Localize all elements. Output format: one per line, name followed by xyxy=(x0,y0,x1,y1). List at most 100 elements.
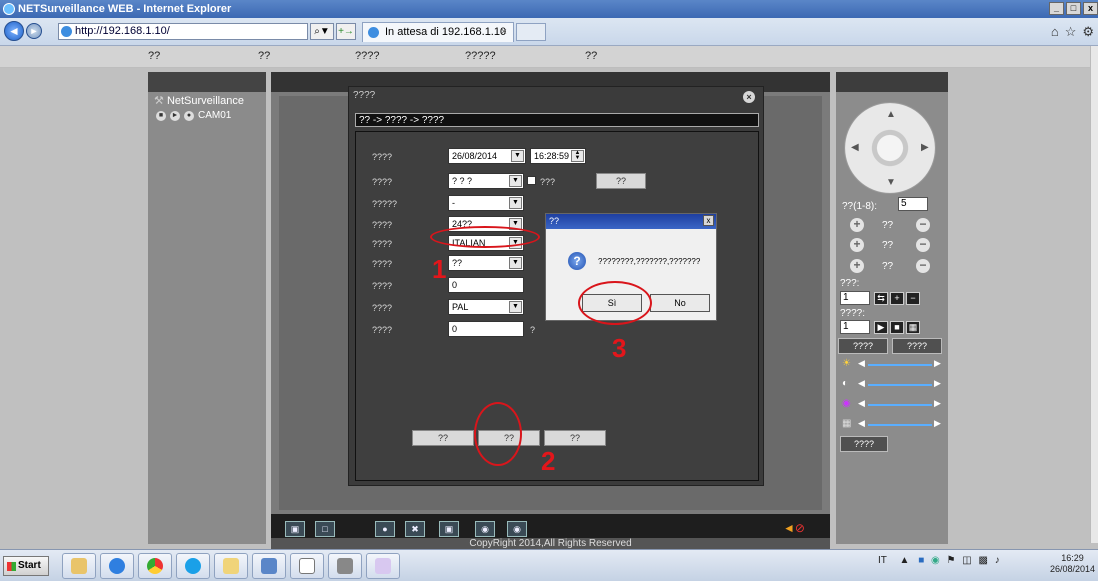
hue-slider[interactable] xyxy=(868,424,932,426)
dialog-button-1[interactable]: ?? xyxy=(412,430,474,446)
snapshot-icon[interactable]: ▣ xyxy=(439,521,459,537)
network-icon[interactable]: ■ xyxy=(918,555,924,566)
contrast-left-icon[interactable]: ◀ xyxy=(858,378,865,389)
brightness-right-icon[interactable]: ▶ xyxy=(934,358,941,369)
zoom-in-button[interactable]: + xyxy=(850,218,864,232)
select-field-6[interactable]: ?? ▼ xyxy=(448,255,524,271)
dropdown-icon-3[interactable]: ▼ xyxy=(509,197,522,209)
text-field-9[interactable]: 0 xyxy=(448,321,524,337)
tour-play-button[interactable]: ▶ xyxy=(874,321,888,334)
preset-add-button[interactable]: + xyxy=(890,292,904,305)
iris-close-button[interactable]: − xyxy=(916,259,930,273)
record-icon[interactable]: ● xyxy=(375,521,395,537)
menu-item-3[interactable]: ???? xyxy=(355,50,379,62)
tour-stop-button[interactable]: ■ xyxy=(890,321,904,334)
menu-item-5[interactable]: ?? xyxy=(585,50,597,62)
dialog-button-3[interactable]: ?? xyxy=(544,430,606,446)
maximize-button[interactable]: □ xyxy=(1066,2,1081,15)
minimize-button[interactable]: _ xyxy=(1049,2,1064,15)
popup-close-icon[interactable]: x xyxy=(703,215,714,226)
contrast-slider[interactable] xyxy=(868,384,932,386)
text-field-7[interactable]: 0 xyxy=(448,277,524,293)
saturation-slider[interactable] xyxy=(868,404,932,406)
window-icon[interactable]: □ xyxy=(315,521,335,537)
preset-input[interactable]: 1 xyxy=(840,291,870,305)
option-checkbox[interactable] xyxy=(527,176,536,185)
favorites-icon[interactable]: ☆ xyxy=(1065,24,1077,40)
hue-right-icon[interactable]: ▶ xyxy=(934,418,941,429)
talk-icon[interactable]: ◉ xyxy=(475,521,495,537)
talk-stop-icon[interactable]: ◉ xyxy=(507,521,527,537)
preset-remove-button[interactable]: − xyxy=(906,292,920,305)
date-dropdown-icon[interactable]: ▼ xyxy=(511,150,524,162)
close-window-button[interactable]: x xyxy=(1083,2,1098,15)
tab-image-2[interactable]: ???? xyxy=(892,338,942,354)
camera-label[interactable]: CAM01 xyxy=(198,110,231,121)
select-field-3[interactable]: - ▼ xyxy=(448,195,524,211)
search-dropdown-button[interactable]: ⌕▼ xyxy=(310,23,334,40)
volume-icon[interactable]: ♪ xyxy=(995,555,1000,566)
time-spinner-icon[interactable]: ▲ ▼ xyxy=(571,150,584,162)
hue-left-icon[interactable]: ◀ xyxy=(858,418,865,429)
row2-action-button[interactable]: ?? xyxy=(596,173,646,189)
forward-button[interactable]: ► xyxy=(26,23,42,39)
time-field[interactable]: 16:28:59 ▲ ▼ xyxy=(530,148,586,164)
video-standard-select[interactable]: PAL ▼ xyxy=(448,299,524,315)
device-icon[interactable]: ◫ xyxy=(962,555,971,566)
menu-item-4[interactable]: ????? xyxy=(465,50,496,62)
brightness-slider[interactable] xyxy=(868,364,932,366)
date-field[interactable]: 26/08/2014 ▼ xyxy=(448,148,526,164)
clock[interactable]: 16:29 26/08/2014 xyxy=(1050,553,1095,575)
sync-icon[interactable]: ◉ xyxy=(931,555,940,566)
browser-tab[interactable]: In attesa di 192.168.1.10 × xyxy=(362,22,514,42)
home-icon[interactable]: ⌂ xyxy=(1051,24,1059,40)
contrast-right-icon[interactable]: ▶ xyxy=(934,378,941,389)
back-button[interactable]: ◄ xyxy=(4,21,24,41)
url-field[interactable]: http://192.168.1.10/ xyxy=(58,23,308,40)
stream-dot-icon[interactable]: ● xyxy=(184,110,194,121)
dropdown-icon-6[interactable]: ▼ xyxy=(509,257,522,269)
tab-close-icon[interactable]: × xyxy=(501,23,507,42)
dropdown-icon-2[interactable]: ▼ xyxy=(509,175,522,187)
tour-input[interactable]: 1 xyxy=(840,320,870,334)
iris-open-button[interactable]: + xyxy=(850,259,864,273)
mute-icon[interactable]: ◄⊘ xyxy=(783,521,805,535)
tools-gear-icon[interactable]: ⚙ xyxy=(1082,24,1094,40)
tray-language[interactable]: IT xyxy=(878,555,887,566)
saturation-right-icon[interactable]: ▶ xyxy=(934,398,941,409)
tour-grid-button[interactable]: ▦ xyxy=(906,321,920,334)
ptz-left-icon[interactable]: ◀ xyxy=(851,142,859,153)
taskbar-ie[interactable] xyxy=(100,553,134,579)
speed-select[interactable]: 5 xyxy=(898,197,928,211)
taskbar-skype[interactable] xyxy=(176,553,210,579)
select-field-2[interactable]: ? ? ? ▼ xyxy=(448,173,524,189)
ptz-right-icon[interactable]: ▶ xyxy=(921,142,929,153)
taskbar-app[interactable] xyxy=(252,553,286,579)
menu-item-1[interactable]: ?? xyxy=(148,50,160,62)
taskbar-notepad[interactable] xyxy=(290,553,324,579)
ptz-down-icon[interactable]: ▼ xyxy=(886,177,896,188)
camera-row[interactable]: ■ ► ● CAM01 xyxy=(156,110,231,121)
zoom-out-button[interactable]: − xyxy=(916,218,930,232)
play-dot-icon[interactable]: ► xyxy=(170,110,180,121)
taskbar-chrome[interactable] xyxy=(138,553,172,579)
taskbar-explorer[interactable] xyxy=(62,553,96,579)
tab-image-1[interactable]: ???? xyxy=(838,338,888,354)
ptz-joystick[interactable]: ▲ ▼ ◀ ▶ xyxy=(844,102,936,194)
image-reset-button[interactable]: ???? xyxy=(840,436,888,452)
tray-expand-icon[interactable]: ▲ xyxy=(900,555,910,566)
focus-out-button[interactable]: − xyxy=(916,238,930,252)
refresh-button[interactable]: +→ xyxy=(336,23,356,40)
start-button[interactable]: Start xyxy=(3,556,49,576)
saturation-left-icon[interactable]: ◀ xyxy=(858,398,865,409)
video-standard-dropdown-icon[interactable]: ▼ xyxy=(509,301,522,313)
taskbar-paint[interactable] xyxy=(366,553,400,579)
menu-item-2[interactable]: ?? xyxy=(258,50,270,62)
brightness-left-icon[interactable]: ◀ xyxy=(858,358,865,369)
no-button[interactable]: No xyxy=(650,294,710,312)
ptz-up-icon[interactable]: ▲ xyxy=(886,109,896,120)
taskbar-folder[interactable] xyxy=(214,553,248,579)
focus-in-button[interactable]: + xyxy=(850,238,864,252)
preset-go-button[interactable]: ⇆ xyxy=(874,292,888,305)
signal-icon[interactable]: ▩ xyxy=(979,555,988,566)
